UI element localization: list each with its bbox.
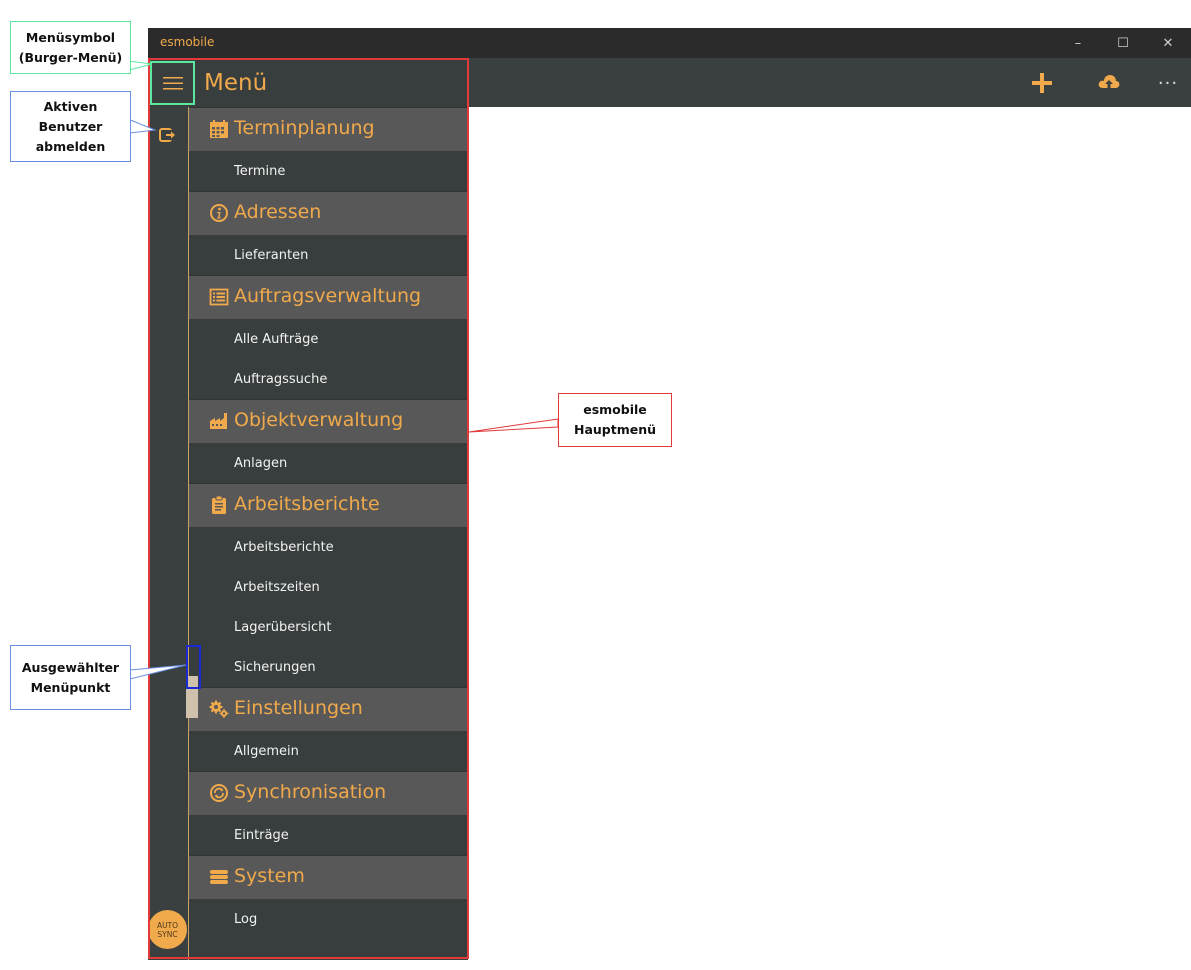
- add-icon[interactable]: [1025, 66, 1059, 100]
- app-title: esmobile: [160, 35, 215, 49]
- mainmenu-callout: esmobile Hauptmenü: [558, 393, 672, 447]
- more-icon[interactable]: ···: [1151, 66, 1185, 100]
- maximize-button[interactable]: ☐: [1103, 31, 1143, 55]
- selected-highlight-frame: [186, 645, 201, 689]
- burger-highlight-frame: [150, 61, 195, 105]
- title-bar: esmobile – ☐ ✕: [148, 28, 1191, 58]
- cloud-upload-icon[interactable]: [1092, 66, 1126, 100]
- burger-callout: Menüsymbol (Burger-Menü): [10, 21, 131, 74]
- logout-callout: Aktiven Benutzer abmelden: [10, 91, 131, 162]
- main-menu-frame: [148, 58, 469, 959]
- minimize-button[interactable]: –: [1058, 31, 1098, 55]
- selected-callout: Ausgewählter Menüpunkt: [10, 645, 131, 710]
- close-button[interactable]: ✕: [1148, 31, 1188, 55]
